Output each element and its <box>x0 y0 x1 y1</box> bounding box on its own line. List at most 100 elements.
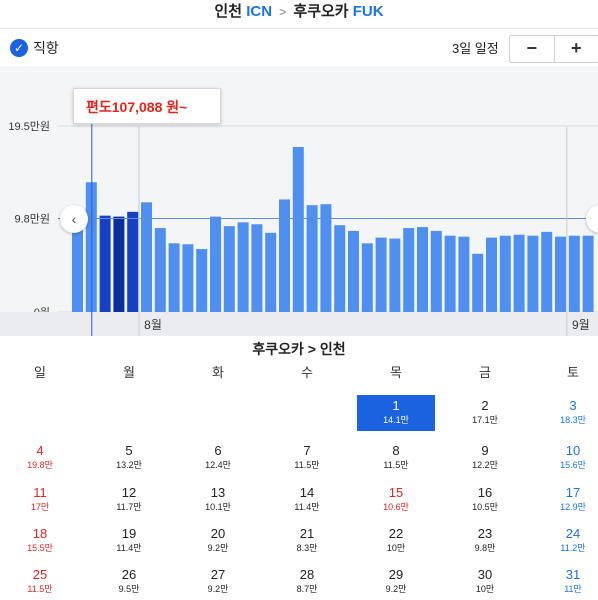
calendar-day-number: 29 <box>388 567 404 582</box>
calendar-day[interactable]: 1 14.1만 <box>357 395 435 431</box>
calendar-day-price: 14.1만 <box>383 415 409 425</box>
price-bar[interactable] <box>375 237 387 312</box>
price-bar[interactable] <box>568 235 580 312</box>
direct-flight-label[interactable]: 직항 <box>33 39 59 57</box>
price-bar[interactable] <box>306 205 318 312</box>
calendar-day[interactable]: 2 17.1만 <box>446 395 524 431</box>
calendar-day-price: 12.2만 <box>472 460 498 470</box>
calendar-day[interactable]: 16 10.5만 <box>446 482 524 518</box>
price-bar[interactable] <box>168 243 180 312</box>
price-bar[interactable] <box>196 249 208 312</box>
calendar-day[interactable]: 6 12.4만 <box>179 440 257 476</box>
calendar-day-price: 11만 <box>564 584 582 594</box>
price-bar[interactable] <box>182 244 194 312</box>
price-bar[interactable] <box>458 236 470 312</box>
price-bar[interactable] <box>127 211 139 312</box>
calendar-day[interactable]: 24 11.2만 <box>534 523 598 559</box>
price-bar[interactable] <box>251 224 263 312</box>
price-bar[interactable] <box>320 204 332 312</box>
calendar-day-number: 20 <box>210 526 226 541</box>
calendar-day[interactable]: 5 13.2만 <box>90 440 168 476</box>
price-bar[interactable] <box>403 228 415 312</box>
price-bar[interactable] <box>417 227 428 312</box>
calendar-day-price: 15.6만 <box>560 460 586 470</box>
price-bar[interactable] <box>265 232 277 312</box>
calendar-day-number: 1 <box>392 398 400 413</box>
price-bar[interactable] <box>113 216 125 312</box>
price-bar[interactable] <box>582 235 594 312</box>
calendar-day-price: 11.4만 <box>116 543 142 553</box>
calendar-day[interactable]: 4 19.8만 <box>1 440 79 476</box>
calendar-day[interactable]: 20 9.2만 <box>179 523 257 559</box>
price-bar[interactable] <box>237 222 249 312</box>
weekday-label: 일 <box>34 365 46 380</box>
calendar-day[interactable]: 21 8.3만 <box>268 523 346 559</box>
price-bar[interactable] <box>430 230 442 312</box>
price-bar[interactable] <box>389 238 401 312</box>
calendar-day-number: 23 <box>477 526 493 541</box>
calendar-day-number: 21 <box>299 526 315 541</box>
calendar-day[interactable]: 7 11.5만 <box>268 440 346 476</box>
price-bar[interactable] <box>499 235 511 312</box>
price-bar[interactable] <box>541 231 553 312</box>
calendar-day[interactable]: 10 15.6만 <box>534 440 598 476</box>
calendar-day[interactable]: 12 11.7만 <box>90 482 168 518</box>
price-bar[interactable] <box>334 225 346 312</box>
calendar-day[interactable]: 15 10.6만 <box>357 482 435 518</box>
calendar-day[interactable]: 19 11.4만 <box>90 523 168 559</box>
calendar-day[interactable]: 25 11.5만 <box>1 564 79 600</box>
calendar-day[interactable]: 30 10만 <box>446 564 524 600</box>
calendar-day[interactable]: 8 11.5만 <box>357 440 435 476</box>
calendar-day-price: 10.1만 <box>205 502 231 512</box>
calendar-day[interactable]: 26 9.5만 <box>90 564 168 600</box>
price-tooltip: 편도107,088 원~ <box>73 88 221 124</box>
price-bar[interactable] <box>555 236 566 312</box>
x-axis-band <box>0 312 598 336</box>
increase-days-button[interactable]: + <box>553 36 598 62</box>
price-bar[interactable] <box>154 228 166 312</box>
calendar-day[interactable]: 29 9.2만 <box>357 564 435 600</box>
calendar-day[interactable]: 18 15.5만 <box>1 523 79 559</box>
calendar-day-price: 11.5만 <box>294 460 320 470</box>
calendar-day[interactable]: 3 18.3만 <box>534 395 598 431</box>
calendar-day[interactable]: 11 17만 <box>1 482 79 518</box>
price-bar[interactable] <box>486 237 497 312</box>
calendar-day-price: 11.7만 <box>116 502 142 512</box>
calendar-day[interactable]: 9 12.2만 <box>446 440 524 476</box>
price-bar[interactable] <box>210 216 221 312</box>
calendar-day-number: 14 <box>299 485 315 500</box>
decrease-days-button[interactable]: − <box>510 36 554 62</box>
price-bar[interactable] <box>361 243 373 312</box>
calendar-day[interactable]: 27 9.2만 <box>179 564 257 600</box>
calendar-day-price: 9.8만 <box>474 543 496 553</box>
calendar-day[interactable]: 23 9.8만 <box>446 523 524 559</box>
calendar-day-price: 10만 <box>386 543 406 553</box>
trip-length-stepper: − + <box>509 35 598 63</box>
price-bar[interactable] <box>292 146 304 312</box>
calendar-day[interactable]: 22 10만 <box>357 523 435 559</box>
y-tick-label: 9.8만원 <box>14 213 50 226</box>
destination-city: 후쿠오카 <box>293 3 349 20</box>
price-bar[interactable] <box>527 235 539 312</box>
calendar-day[interactable]: 28 8.7만 <box>268 564 346 600</box>
price-bar[interactable] <box>279 199 290 312</box>
calendar-day-number: 31 <box>565 567 581 582</box>
price-bar[interactable] <box>223 226 235 312</box>
price-bar[interactable] <box>99 215 111 312</box>
calendar-day[interactable]: 14 11.4만 <box>268 482 346 518</box>
weekday-label: 수 <box>301 365 313 380</box>
calendar-day-number: 27 <box>210 567 226 582</box>
origin-city: 인천 <box>214 3 243 20</box>
calendar-day[interactable]: 13 10.1만 <box>179 482 257 518</box>
price-bar[interactable] <box>444 235 456 312</box>
calendar-day[interactable]: 17 12.9만 <box>534 482 598 518</box>
calendar-day[interactable]: 31 11만 <box>534 564 598 600</box>
calendar-day-number: 28 <box>299 567 315 582</box>
price-bar[interactable] <box>348 230 359 312</box>
route-arrow-icon: > <box>279 5 287 19</box>
calendar-day-number: 8 <box>392 443 400 458</box>
chevron-left-icon[interactable]: ‹ <box>60 205 88 233</box>
price-bar[interactable] <box>513 234 525 312</box>
price-bar[interactable] <box>472 253 484 312</box>
checkmark-icon[interactable]: ✓ <box>10 39 28 57</box>
